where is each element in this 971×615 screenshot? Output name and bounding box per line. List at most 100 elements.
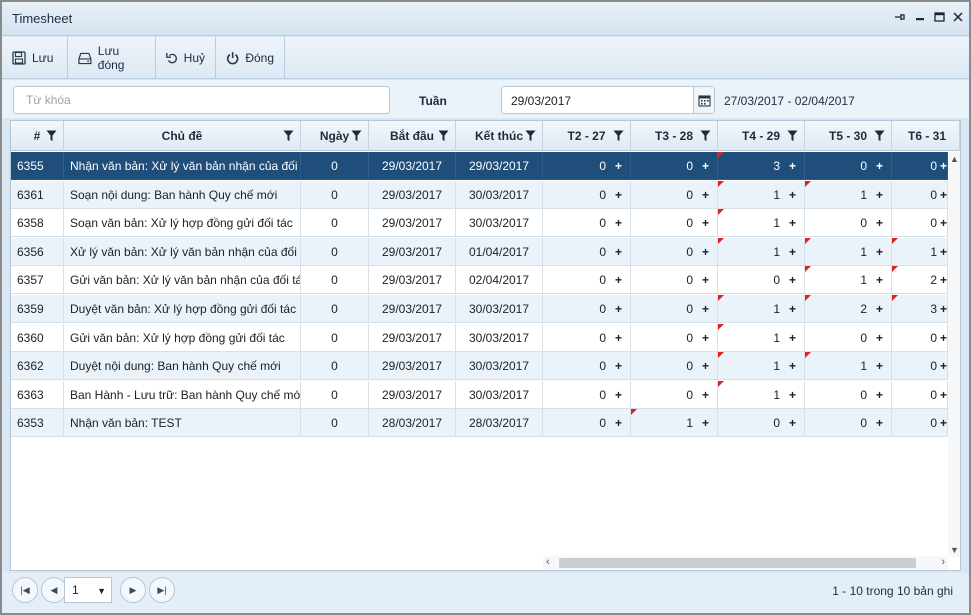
add-hours-icon[interactable]: + [940,181,947,208]
add-hours-icon[interactable]: + [940,381,947,408]
day-hours-cell[interactable]: 0 + [892,152,948,180]
table-row[interactable]: 6361 Soạn nội dung: Ban hành Quy chế mới 0… [11,180,960,209]
day-hours-cell[interactable]: 0 + [892,409,948,438]
add-hours-icon[interactable]: + [615,409,622,436]
column-header-day-3[interactable]: T4 - 29 [718,121,805,151]
day-hours-cell[interactable]: 3 + [892,295,948,323]
day-hours-cell[interactable]: 0 + [805,323,892,352]
day-hours-cell[interactable]: 0 + [631,266,718,295]
day-hours-cell[interactable]: 0 + [892,323,948,352]
add-hours-icon[interactable]: + [789,324,796,351]
add-hours-icon[interactable]: + [702,238,709,265]
table-row[interactable]: 6353 Nhận văn bản: TEST 0 28/03/2017 28/03/2… [11,409,960,438]
day-hours-cell[interactable]: 0 + [892,380,948,409]
column-header-subject[interactable]: Chủ đề [64,121,301,151]
filter-icon[interactable] [787,130,798,145]
add-hours-icon[interactable]: + [702,352,709,379]
day-hours-cell[interactable]: 0 + [718,409,805,438]
add-hours-icon[interactable]: + [789,238,796,265]
day-hours-cell[interactable]: 2 + [892,266,948,295]
close-button[interactable]: Đóng [216,37,285,79]
table-row[interactable]: 6355 Nhận văn bản: Xử lý văn bản nhận của… [11,152,960,180]
day-hours-cell[interactable]: 0 + [805,152,892,180]
save-close-button[interactable]: Lưu đóng [68,37,156,79]
add-hours-icon[interactable]: + [789,352,796,379]
horizontal-scrollbar[interactable]: ‹ › [543,556,948,570]
day-hours-cell[interactable]: 0 + [631,209,718,238]
day-hours-cell[interactable]: 1 + [631,409,718,438]
day-hours-cell[interactable]: 0 + [543,152,631,180]
first-page-button[interactable]: |◀ [12,577,38,603]
table-row[interactable]: 6358 Soạn văn bản: Xử lý hợp đồng gửi đối… [11,209,960,238]
day-hours-cell[interactable]: 1 + [718,237,805,266]
add-hours-icon[interactable]: + [702,152,709,179]
add-hours-icon[interactable]: + [940,238,947,265]
add-hours-icon[interactable]: + [702,181,709,208]
add-hours-icon[interactable]: + [615,266,622,293]
last-page-button[interactable]: ▶| [149,577,175,603]
filter-icon[interactable] [438,130,449,145]
minimize-icon[interactable] [912,10,928,26]
day-hours-cell[interactable]: 0 + [543,180,631,209]
day-hours-cell[interactable]: 1 + [718,209,805,238]
add-hours-icon[interactable]: + [615,152,622,179]
add-hours-icon[interactable]: + [615,381,622,408]
day-hours-cell[interactable]: 1 + [805,266,892,295]
day-hours-cell[interactable]: 0 + [718,266,805,295]
day-hours-cell[interactable]: 0 + [631,380,718,409]
day-hours-cell[interactable]: 0 + [805,409,892,438]
maximize-icon[interactable] [931,10,947,26]
add-hours-icon[interactable]: + [789,266,796,293]
day-hours-cell[interactable]: 0 + [543,209,631,238]
table-row[interactable]: 6363 Ban Hành - Lưu trữ: Ban hành Quy chế… [11,380,960,409]
vertical-scrollbar[interactable]: ▲ ▼ [948,152,960,557]
filter-icon[interactable] [613,130,624,145]
add-hours-icon[interactable]: + [789,209,796,236]
add-hours-icon[interactable]: + [702,409,709,436]
add-hours-icon[interactable]: + [876,152,883,179]
filter-icon[interactable] [351,130,362,145]
scroll-down-icon[interactable]: ▼ [950,545,959,555]
add-hours-icon[interactable]: + [876,381,883,408]
add-hours-icon[interactable]: + [876,352,883,379]
add-hours-icon[interactable]: + [789,295,796,322]
save-button[interactable]: Lưu [2,37,68,79]
filter-icon[interactable] [700,130,711,145]
add-hours-icon[interactable]: + [940,266,947,293]
day-hours-cell[interactable]: 0 + [543,409,631,438]
day-hours-cell[interactable]: 1 + [805,237,892,266]
filter-icon[interactable] [874,130,885,145]
week-date-picker[interactable]: 29/03/2017 [501,86,715,114]
add-hours-icon[interactable]: + [789,181,796,208]
next-page-button[interactable]: ▶ [120,577,146,603]
day-hours-cell[interactable]: 0 + [631,295,718,323]
add-hours-icon[interactable]: + [876,409,883,436]
day-hours-cell[interactable]: 1 + [718,352,805,381]
add-hours-icon[interactable]: + [940,295,947,322]
add-hours-icon[interactable]: + [702,324,709,351]
cancel-button[interactable]: Huỷ [156,37,216,79]
filter-icon[interactable] [283,130,294,145]
column-header-day-4[interactable]: T5 - 30 [805,121,892,151]
scroll-up-icon[interactable]: ▲ [950,154,959,164]
column-header-end[interactable]: Kết thúc [456,121,543,151]
add-hours-icon[interactable]: + [876,209,883,236]
day-hours-cell[interactable]: 1 + [718,323,805,352]
add-hours-icon[interactable]: + [789,381,796,408]
day-hours-cell[interactable]: 1 + [718,180,805,209]
add-hours-icon[interactable]: + [615,238,622,265]
add-hours-icon[interactable]: + [615,324,622,351]
add-hours-icon[interactable]: + [615,209,622,236]
table-row[interactable]: 6362 Duyệt nội dung: Ban hành Quy chế mới… [11,352,960,381]
add-hours-icon[interactable]: + [615,181,622,208]
day-hours-cell[interactable]: 0 + [543,295,631,323]
day-hours-cell[interactable]: 0 + [892,180,948,209]
add-hours-icon[interactable]: + [876,324,883,351]
calendar-icon[interactable] [693,87,714,113]
day-hours-cell[interactable]: 1 + [892,237,948,266]
day-hours-cell[interactable]: 1 + [718,380,805,409]
add-hours-icon[interactable]: + [876,266,883,293]
add-hours-icon[interactable]: + [615,295,622,322]
day-hours-cell[interactable]: 0 + [543,352,631,381]
column-header-days[interactable]: Ngày [301,121,369,151]
